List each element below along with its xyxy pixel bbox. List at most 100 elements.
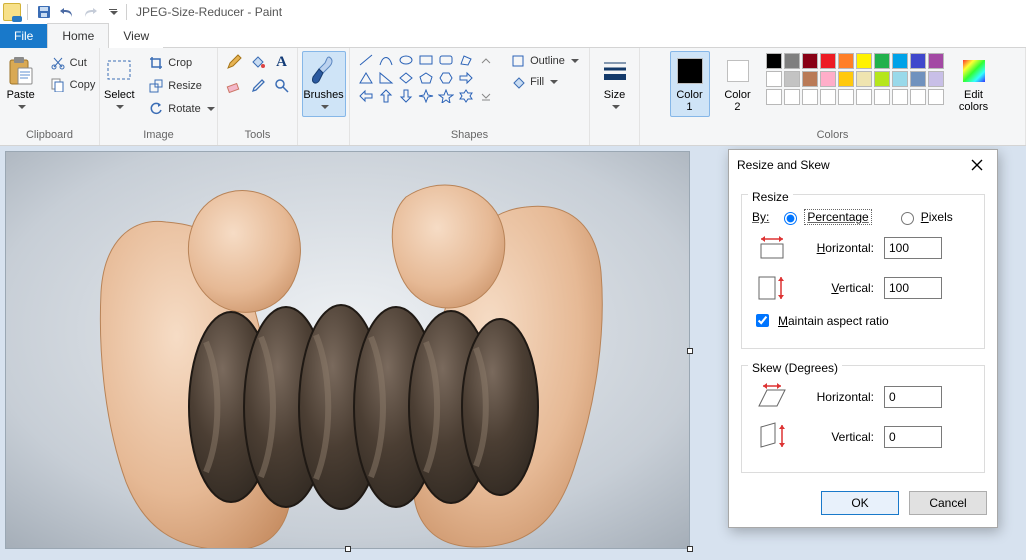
shape-polygon-icon[interactable] (456, 51, 476, 69)
shape-curve-icon[interactable] (376, 51, 396, 69)
color-swatch[interactable] (874, 53, 890, 69)
color-swatch[interactable] (892, 71, 908, 87)
color-swatch[interactable] (874, 89, 890, 105)
color-swatch[interactable] (856, 89, 872, 105)
color-swatch[interactable] (928, 71, 944, 87)
shape-roundrect-icon[interactable] (436, 51, 456, 69)
brushes-button[interactable]: Brushes (302, 51, 346, 117)
color-swatch[interactable] (802, 53, 818, 69)
group-shapes: Outline Fill Shapes (350, 48, 590, 145)
resize-handle-right[interactable] (687, 348, 693, 354)
text-tool[interactable]: A (271, 51, 293, 73)
fill-tool[interactable] (247, 51, 269, 73)
resize-button[interactable]: Resize (144, 76, 218, 96)
maintain-label: Maintain aspect ratio (778, 314, 889, 328)
color-swatch[interactable] (820, 89, 836, 105)
color-swatch[interactable] (892, 89, 908, 105)
shape-star5-icon[interactable] (436, 87, 456, 105)
save-icon[interactable] (34, 2, 54, 22)
shape-oval-icon[interactable] (396, 51, 416, 69)
color-swatch[interactable] (784, 71, 800, 87)
color-swatch[interactable] (766, 89, 782, 105)
undo-icon[interactable] (57, 2, 77, 22)
dialog-close-button[interactable] (965, 156, 989, 174)
skew-h-input[interactable] (884, 386, 942, 408)
skew-v-input[interactable] (884, 426, 942, 448)
color-swatch[interactable] (856, 53, 872, 69)
palette-row2[interactable] (766, 71, 944, 87)
shape-ribbon-scroll-down-icon[interactable] (476, 87, 496, 105)
edit-colors-button[interactable]: Edit colors (952, 51, 996, 117)
shape-line-icon[interactable] (356, 51, 376, 69)
color-swatch[interactable] (784, 53, 800, 69)
color-swatch[interactable] (766, 53, 782, 69)
customize-qat-icon[interactable] (103, 2, 123, 22)
color-picker-tool[interactable] (247, 75, 269, 97)
tab-view[interactable]: View (109, 24, 163, 48)
color-swatch[interactable] (910, 89, 926, 105)
color-swatch[interactable] (928, 89, 944, 105)
color-swatch[interactable] (910, 53, 926, 69)
color-swatch[interactable] (820, 53, 836, 69)
maintain-aspect-checkbox[interactable]: Maintain aspect ratio Maintain aspect ra… (752, 311, 974, 330)
copy-button[interactable]: Copy (46, 75, 100, 95)
color-swatch[interactable] (892, 53, 908, 69)
color-swatch[interactable] (838, 89, 854, 105)
shape-pentagon-icon[interactable] (416, 69, 436, 87)
shapes-gallery[interactable] (356, 51, 496, 105)
color2-button[interactable]: Color 2 (718, 51, 758, 117)
shape-triangle-icon[interactable] (356, 69, 376, 87)
shape-ribbon-scroll-up-icon[interactable] (476, 51, 496, 69)
color-swatch[interactable] (874, 71, 890, 87)
shape-arrow-right-icon[interactable] (456, 69, 476, 87)
shape-hexagon-icon[interactable] (436, 69, 456, 87)
color-swatch[interactable] (802, 89, 818, 105)
color-swatch[interactable] (802, 71, 818, 87)
shape-rtriangle-icon[interactable] (376, 69, 396, 87)
color-swatch[interactable] (820, 71, 836, 87)
rotate-button[interactable]: Rotate (144, 99, 218, 119)
shape-rect-icon[interactable] (416, 51, 436, 69)
crop-button[interactable]: Crop (144, 53, 218, 73)
color-swatch[interactable] (766, 71, 782, 87)
ok-button[interactable]: OK (821, 491, 899, 515)
tab-file[interactable]: File (0, 24, 47, 48)
shape-fill-button[interactable]: Fill (506, 72, 583, 92)
paste-button[interactable]: Paste (0, 51, 42, 117)
resize-handle-bottom[interactable] (345, 546, 351, 552)
palette-row3[interactable] (766, 89, 944, 105)
color-swatch[interactable] (784, 89, 800, 105)
shape-star4-icon[interactable] (416, 87, 436, 105)
color-swatch[interactable] (928, 53, 944, 69)
color-swatch[interactable] (856, 71, 872, 87)
color1-button[interactable]: Color 1 (670, 51, 710, 117)
size-button[interactable]: Size (594, 51, 636, 117)
tab-home[interactable]: Home (47, 23, 109, 48)
shape-arrow-up-icon[interactable] (376, 87, 396, 105)
eraser-tool[interactable] (223, 75, 245, 97)
radio-pixels[interactable]: PPixelsixels (896, 209, 953, 225)
resize-handle-corner[interactable] (687, 546, 693, 552)
cancel-button[interactable]: Cancel (909, 491, 987, 515)
shape-outline-button[interactable]: Outline (506, 51, 583, 71)
color-swatch[interactable] (838, 53, 854, 69)
pencil-tool[interactable] (223, 51, 245, 73)
select-button[interactable]: Select (98, 51, 140, 117)
resize-h-input[interactable] (884, 237, 942, 259)
cut-button[interactable]: Cut (46, 53, 100, 73)
color-swatch[interactable] (838, 71, 854, 87)
redo-icon[interactable] (80, 2, 100, 22)
fill-icon (510, 74, 526, 90)
crop-icon (148, 55, 164, 71)
resize-v-input[interactable] (884, 277, 942, 299)
color-swatch[interactable] (910, 71, 926, 87)
shape-star6-icon[interactable] (456, 87, 476, 105)
palette-row1[interactable] (766, 53, 944, 69)
shape-diamond-icon[interactable] (396, 69, 416, 87)
magnifier-tool[interactable] (271, 75, 293, 97)
shape-arrow-down-icon[interactable] (396, 87, 416, 105)
group-clipboard-label: Clipboard (6, 127, 93, 145)
canvas[interactable] (6, 152, 689, 548)
shape-arrow-left-icon[interactable] (356, 87, 376, 105)
radio-percentage[interactable]: Percentage (779, 209, 871, 225)
